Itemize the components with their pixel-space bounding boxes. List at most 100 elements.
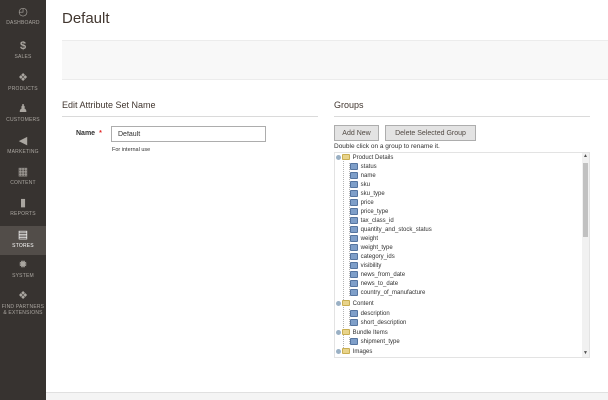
- attribute-set-name-input[interactable]: [111, 126, 266, 142]
- tree-attribute-label: weight_type: [360, 245, 393, 252]
- folder-icon: [342, 329, 350, 336]
- expand-toggle-icon[interactable]: [336, 329, 341, 335]
- folder-icon: [342, 300, 350, 307]
- groups-tree: Product Details status name sku sku_type…: [334, 152, 590, 358]
- add-new-group-button[interactable]: Add New: [334, 125, 379, 141]
- nav-system[interactable]: ✹ SYSTEM: [0, 259, 46, 285]
- tree-attribute[interactable]: shipment_type: [350, 338, 400, 347]
- tree-attribute[interactable]: news_from_date: [350, 271, 405, 280]
- tree-group-images[interactable]: Images: [336, 348, 372, 357]
- nav-sales[interactable]: $ SALES: [0, 40, 46, 66]
- tree-attribute-label: quantity_and_stock_status: [360, 227, 432, 234]
- person-icon: ♟: [18, 103, 28, 115]
- store-icon: ▤: [17, 229, 29, 241]
- name-field-note: For internal use: [112, 147, 151, 153]
- tree-group-bundle-items[interactable]: Bundle Items: [336, 329, 388, 338]
- tree-attribute[interactable]: price_type: [350, 208, 388, 217]
- page-actions-bar: [62, 40, 608, 80]
- tree-attribute[interactable]: sku: [350, 181, 370, 190]
- attribute-icon: [350, 289, 358, 296]
- dollar-icon: $: [19, 40, 27, 52]
- nav-marketing[interactable]: ◀ MARKETING: [0, 135, 46, 161]
- attribute-icon: [350, 217, 358, 224]
- attribute-icon: [350, 280, 358, 287]
- tree-attribute-label: sku_type: [360, 191, 385, 198]
- folder-icon: [342, 348, 350, 355]
- attribute-icon: [350, 253, 358, 260]
- nav-content[interactable]: ▦ CONTENT: [0, 166, 46, 192]
- tree-attribute-label: shipment_type: [360, 339, 400, 346]
- tree-attribute[interactable]: description: [350, 310, 390, 319]
- tree-attribute-label: sku: [360, 182, 371, 189]
- nav-reports-label: REPORTS: [10, 211, 36, 217]
- attribute-icon: [350, 262, 358, 269]
- attribute-icon: [350, 199, 358, 206]
- scroll-up-arrow-icon[interactable]: ▲: [582, 153, 589, 160]
- cube-icon: ❖: [18, 72, 28, 84]
- tree-attribute-label: tax_class_id: [360, 218, 394, 225]
- scrollbar-thumb[interactable]: [583, 163, 588, 237]
- bar-chart-icon: ▮: [19, 197, 27, 209]
- tree-attribute[interactable]: weight: [350, 235, 378, 244]
- attribute-icon: [350, 172, 358, 179]
- nav-products-label: PRODUCTS: [8, 86, 38, 92]
- tree-attribute[interactable]: price: [350, 199, 374, 208]
- groups-tree-scrollbar[interactable]: ▲ ▼: [582, 153, 589, 357]
- name-field-label: Name *: [76, 130, 102, 137]
- nav-customers[interactable]: ♟ CUSTOMERS: [0, 103, 46, 129]
- tree-attribute[interactable]: name: [350, 172, 376, 181]
- tree-group-label: Product Details: [352, 155, 394, 161]
- tree-group-label: Images: [352, 349, 373, 355]
- tree-attribute[interactable]: sku_type: [350, 190, 385, 199]
- nav-system-label: SYSTEM: [12, 273, 34, 279]
- nav-find-partners[interactable]: ❖ FIND PARTNERS & EXTENSIONS: [0, 290, 46, 324]
- tree-group-label: Content: [352, 301, 374, 307]
- tree-attribute[interactable]: visibility: [350, 262, 381, 271]
- nav-products[interactable]: ❖ PRODUCTS: [0, 72, 46, 98]
- nav-find-partners-label-2: & EXTENSIONS: [3, 310, 43, 316]
- attribute-icon: [350, 271, 358, 278]
- nav-reports[interactable]: ▮ REPORTS: [0, 197, 46, 223]
- expand-toggle-icon[interactable]: [336, 300, 341, 306]
- nav-dashboard[interactable]: ◴ DASHBOARD: [0, 6, 46, 32]
- tree-attribute[interactable]: country_of_manufacture: [350, 289, 425, 298]
- tree-attribute-label: price: [360, 200, 374, 207]
- groups-section-divider: [334, 116, 590, 117]
- attribute-icon: [350, 235, 358, 242]
- tree-attribute[interactable]: category_ids: [350, 253, 395, 262]
- name-label-text: Name: [76, 130, 96, 137]
- tree-root-connector: [343, 159, 344, 355]
- scroll-down-arrow-icon[interactable]: ▼: [582, 350, 589, 357]
- tree-attribute-label: news_from_date: [360, 272, 406, 279]
- layout-icon: ▦: [17, 166, 29, 178]
- tree-attribute-label: visibility: [360, 263, 382, 270]
- tree-group-product-details[interactable]: Product Details: [336, 154, 393, 163]
- tree-attribute[interactable]: tax_class_id: [350, 217, 394, 226]
- tree-attribute[interactable]: quantity_and_stock_status: [350, 226, 432, 235]
- tree-attribute[interactable]: weight_type: [350, 244, 393, 253]
- nav-stores-label: STORES: [12, 243, 34, 249]
- attribute-icon: [350, 310, 358, 317]
- tree-attribute-label: category_ids: [360, 254, 395, 261]
- tree-attribute[interactable]: status: [350, 163, 377, 172]
- required-mark: *: [99, 130, 102, 137]
- dashboard-icon: ◴: [18, 6, 28, 18]
- nav-stores[interactable]: ▤ STORES: [0, 226, 46, 255]
- tree-attribute-label: price_type: [360, 209, 389, 216]
- tree-attribute-label: short_description: [360, 320, 407, 327]
- delete-selected-group-button[interactable]: Delete Selected Group: [385, 125, 476, 141]
- expand-toggle-icon[interactable]: [336, 154, 341, 160]
- expand-toggle-icon[interactable]: [336, 348, 341, 354]
- attribute-icon: [350, 226, 358, 233]
- attribute-icon: [350, 244, 358, 251]
- nav-dashboard-label: DASHBOARD: [6, 20, 40, 26]
- tree-attribute-label: news_to_date: [360, 281, 399, 288]
- tree-attribute[interactable]: news_to_date: [350, 280, 398, 289]
- partners-icon: ❖: [18, 290, 28, 302]
- page-title: Default: [62, 10, 110, 27]
- nav-content-label: CONTENT: [10, 180, 36, 186]
- nav-marketing-label: MARKETING: [7, 149, 39, 155]
- tree-attribute[interactable]: short_description: [350, 319, 406, 328]
- tree-group-content[interactable]: Content: [336, 300, 374, 309]
- nav-sales-label: SALES: [14, 54, 32, 60]
